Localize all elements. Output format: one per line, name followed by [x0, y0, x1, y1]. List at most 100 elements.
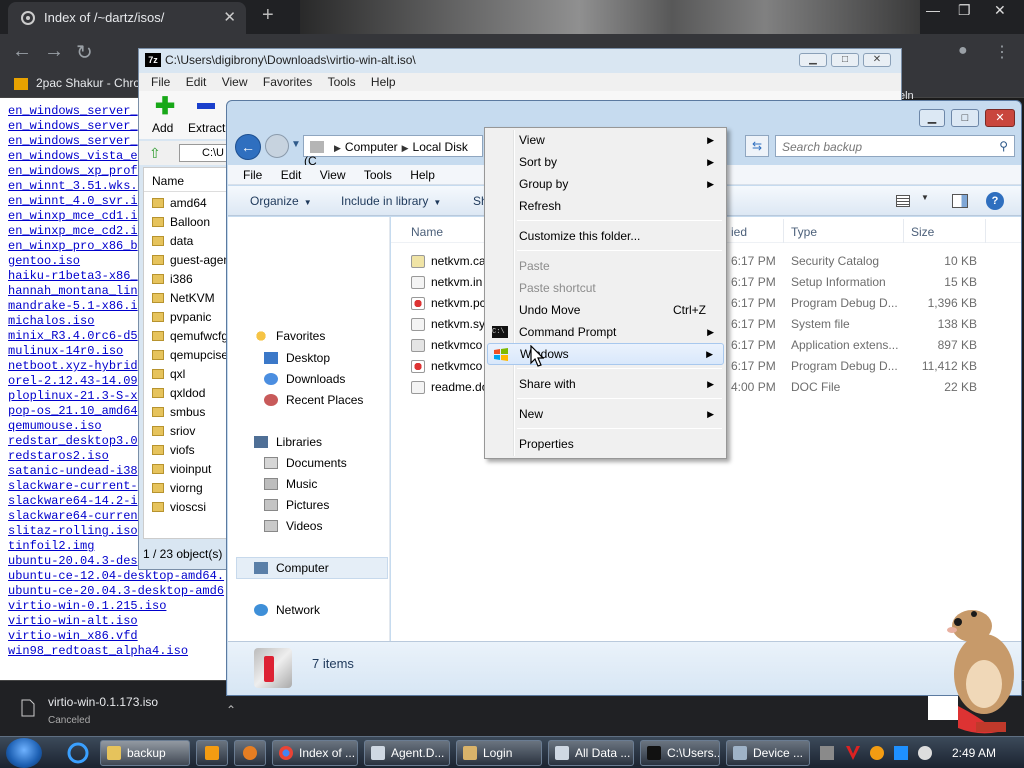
zip-list-item[interactable]: NetKVM — [144, 289, 230, 308]
column-divider[interactable] — [985, 219, 986, 243]
menu-item-share-with[interactable]: Share with ▶ — [487, 373, 724, 395]
chevron-right-icon[interactable]: ▶ — [334, 143, 341, 153]
menu-icon[interactable]: ⋮ — [994, 42, 1010, 62]
menu-view[interactable]: View — [320, 165, 346, 185]
search-icon[interactable]: ⚲ — [999, 139, 1008, 153]
menu-item-properties[interactable]: Properties — [487, 433, 724, 455]
menu-item-customize-folder[interactable]: Customize this folder... — [487, 225, 724, 247]
maximize-button[interactable]: □ — [951, 109, 979, 127]
zip-list-item[interactable]: i386 — [144, 270, 230, 289]
start-button[interactable] — [6, 738, 42, 768]
download-item[interactable]: virtio-win-0.1.173.iso Canceled ⌃ — [20, 691, 236, 729]
folder-up-icon[interactable]: ⇧ — [149, 145, 161, 162]
minimize-button[interactable]: ▁ — [799, 53, 827, 67]
zip-list-item[interactable]: qxldod — [144, 384, 230, 403]
plus-icon[interactable]: ✚ — [155, 95, 175, 119]
close-tab-icon[interactable]: ✕ — [223, 8, 236, 26]
nav-pictures[interactable]: Pictures — [264, 498, 329, 512]
close-icon[interactable]: ✕ — [994, 2, 1006, 19]
address-bar[interactable]: ▶ Computer ▶ Local Disk (C — [303, 135, 483, 168]
zip-list-item[interactable]: viofs — [144, 441, 230, 460]
view-options-icon[interactable] — [896, 195, 910, 207]
menu-item-windows[interactable]: Windows ▶ — [487, 343, 724, 365]
zip-list-item[interactable]: guest-agent — [144, 251, 230, 270]
tray-monitor-icon[interactable] — [894, 746, 908, 760]
back-button[interactable]: ← — [235, 134, 261, 160]
forward-icon[interactable]: → — [44, 40, 64, 63]
menu-favorites[interactable]: Favorites — [263, 73, 312, 91]
tray-search-icon[interactable] — [870, 746, 884, 760]
taskbar-button-chrome[interactable]: Index of ... — [272, 740, 358, 766]
column-header-name[interactable]: Name — [411, 225, 443, 239]
menu-edit[interactable]: Edit — [186, 73, 207, 91]
help-icon[interactable]: ? — [986, 192, 1004, 210]
close-button[interactable]: ✕ — [985, 109, 1015, 127]
bookmark-item[interactable]: 2pac Shakur - Chro — [14, 76, 140, 90]
new-tab-icon[interactable]: + — [262, 4, 274, 27]
menu-file[interactable]: File — [243, 165, 262, 185]
system-clock[interactable]: 2:49 AM — [952, 746, 996, 760]
zip-list-item[interactable]: vioscsi — [144, 498, 230, 517]
taskbar-button-backup[interactable]: backup — [100, 740, 190, 766]
zip-list-item[interactable]: Balloon — [144, 213, 230, 232]
menu-help[interactable]: Help — [410, 165, 435, 185]
preview-pane-icon[interactable] — [952, 194, 968, 208]
zip-list-item[interactable]: amd64 — [144, 194, 230, 213]
menu-tools[interactable]: Tools — [364, 165, 392, 185]
include-in-library-button[interactable]: Include in library ▼ — [341, 194, 441, 208]
menu-item-paste[interactable]: Paste — [487, 255, 724, 277]
profile-icon[interactable]: ● — [958, 42, 968, 60]
nav-recent-places[interactable]: Recent Places — [264, 393, 363, 407]
directory-link[interactable]: win98_redtoast_alpha4.iso — [8, 644, 226, 659]
tray-volume-icon[interactable] — [918, 746, 932, 760]
forward-button[interactable] — [265, 134, 289, 158]
internet-explorer-icon[interactable] — [66, 741, 90, 765]
nav-music[interactable]: Music — [264, 477, 317, 491]
menu-item-undo-move[interactable]: Undo Move Ctrl+Z — [487, 299, 724, 321]
taskbar-button-all-data[interactable]: All Data ... — [548, 740, 634, 766]
taskbar-button-7zip[interactable]: C:\Users... — [640, 740, 720, 766]
menu-help[interactable]: Help — [371, 73, 396, 91]
menu-item-refresh[interactable]: Refresh — [487, 195, 724, 217]
add-button[interactable]: Add — [152, 121, 173, 135]
nav-documents[interactable]: Documents — [264, 456, 347, 470]
directory-link[interactable]: virtio-win-0.1.215.iso — [8, 599, 226, 614]
menu-item-new[interactable]: New ▶ — [487, 403, 724, 425]
zip-list-item[interactable]: pvpanic — [144, 308, 230, 327]
taskbar-button-login[interactable]: Login — [456, 740, 542, 766]
zip-list-item[interactable]: smbus — [144, 403, 230, 422]
directory-link[interactable]: ubuntu-ce-12.04-desktop-amd64. — [8, 569, 226, 584]
menu-tools[interactable]: Tools — [328, 73, 356, 91]
nav-downloads[interactable]: Downloads — [264, 372, 345, 386]
nav-desktop[interactable]: Desktop — [264, 351, 330, 365]
column-header-date[interactable]: ied — [731, 225, 747, 239]
taskbar-button-device-manager[interactable]: Device ... — [726, 740, 810, 766]
nav-network[interactable]: Network — [254, 603, 320, 617]
organize-button[interactable]: Organize ▼ — [250, 194, 312, 208]
menu-item-group-by[interactable]: Group by ▶ — [487, 173, 724, 195]
minus-icon[interactable] — [197, 103, 215, 109]
taskbar-button-media[interactable] — [196, 740, 228, 766]
column-header-name[interactable]: Name — [144, 168, 230, 192]
zip-list-item[interactable]: data — [144, 232, 230, 251]
breadcrumb-computer[interactable]: Computer — [345, 140, 398, 154]
column-header-type[interactable]: Type — [791, 225, 817, 239]
nav-videos[interactable]: Videos — [264, 519, 322, 533]
menu-item-paste-shortcut[interactable]: Paste shortcut — [487, 277, 724, 299]
menu-item-command-prompt[interactable]: C:\ Command Prompt ▶ — [487, 321, 724, 343]
chevron-down-icon[interactable]: ▼ — [291, 139, 301, 150]
restore-icon[interactable]: ❐ — [958, 2, 971, 19]
chevron-down-icon[interactable]: ▼ — [921, 193, 929, 202]
maximize-button[interactable]: □ — [831, 53, 859, 67]
zip-list-item[interactable]: qemupciserial — [144, 346, 230, 365]
nav-favorites[interactable]: Favorites — [254, 329, 325, 343]
close-button[interactable]: ✕ — [863, 53, 891, 67]
nav-computer[interactable]: Computer — [254, 561, 329, 575]
zip-list-item[interactable]: qxl — [144, 365, 230, 384]
minimize-button[interactable]: ▁ — [919, 109, 945, 127]
menu-view[interactable]: View — [222, 73, 248, 91]
back-icon[interactable]: ← — [12, 40, 32, 63]
zip-list-item[interactable]: sriov — [144, 422, 230, 441]
tray-network-icon[interactable] — [820, 746, 834, 760]
menu-item-view[interactable]: View ▶ — [487, 129, 724, 151]
